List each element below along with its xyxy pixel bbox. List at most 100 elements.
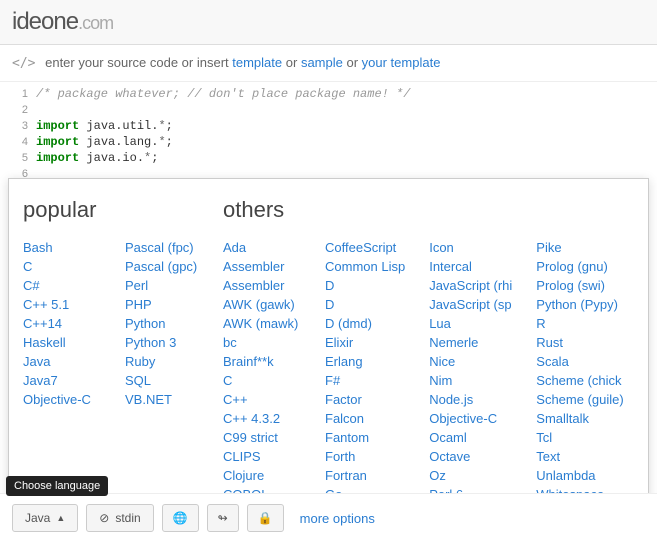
stdin-button[interactable]: ⊘ stdin [86, 504, 153, 532]
language-option[interactable]: Pike [536, 239, 623, 256]
logo[interactable]: ideone.com [12, 8, 113, 35]
link-button[interactable]: ↬ [207, 504, 239, 532]
language-option[interactable]: Objective-C [23, 391, 101, 408]
language-option[interactable]: SQL [125, 372, 203, 389]
language-option[interactable]: Nemerle [429, 334, 512, 351]
language-option[interactable]: Octave [429, 448, 512, 465]
language-option[interactable]: Elixir [325, 334, 405, 351]
language-option[interactable]: VB.NET [125, 391, 203, 408]
language-option[interactable]: AWK (mawk) [223, 315, 301, 332]
language-option[interactable]: Python (Pypy) [536, 296, 623, 313]
language-option[interactable]: PHP [125, 296, 203, 313]
language-button[interactable]: Java ▲ [12, 504, 78, 532]
language-option[interactable]: Prolog (gnu) [536, 258, 623, 275]
language-option[interactable]: Icon [429, 239, 512, 256]
language-option[interactable]: C++14 [23, 315, 101, 332]
language-option[interactable]: C99 strict [223, 429, 301, 446]
language-option[interactable]: CoffeeScript [325, 239, 405, 256]
globe-button[interactable]: 🌐 [162, 504, 199, 532]
language-option[interactable]: Oz [429, 467, 512, 484]
language-option[interactable]: C# [23, 277, 101, 294]
language-option[interactable]: Prolog (swi) [536, 277, 623, 294]
code-text[interactable] [36, 102, 657, 118]
language-option[interactable]: Nice [429, 353, 512, 370]
language-option[interactable]: Falcon [325, 410, 405, 427]
language-option[interactable]: Fortran [325, 467, 405, 484]
code-text[interactable]: import java.io.*; [36, 150, 657, 166]
language-column: Ada Assembler Assembler AWK (gawk) AWK (mawk… [223, 239, 301, 522]
language-option[interactable]: Smalltalk [536, 410, 623, 427]
language-option[interactable]: Lua [429, 315, 512, 332]
language-option[interactable]: Fantom [325, 429, 405, 446]
language-option[interactable]: D (dmd) [325, 315, 405, 332]
language-option[interactable]: Clojure [223, 467, 301, 484]
language-option[interactable]: Tcl [536, 429, 623, 446]
language-option[interactable]: AWK (gawk) [223, 296, 301, 313]
language-option[interactable]: Assembler [223, 277, 301, 294]
language-option[interactable]: CLIPS [223, 448, 301, 465]
language-option[interactable]: C++ 5.1 [23, 296, 101, 313]
language-option[interactable]: Python [125, 315, 203, 332]
language-option[interactable]: C++ [223, 391, 301, 408]
your-template-link[interactable]: your template [362, 55, 441, 70]
choose-language-tooltip: Choose language [6, 476, 108, 496]
language-option[interactable]: Forth [325, 448, 405, 465]
sample-link[interactable]: sample [301, 55, 343, 70]
language-option[interactable]: Pascal (fpc) [125, 239, 203, 256]
language-option[interactable]: Rust [536, 334, 623, 351]
language-option[interactable]: Assembler [223, 258, 301, 275]
code-text[interactable]: import java.util.*; [36, 118, 657, 134]
code-line[interactable]: 2 [0, 102, 657, 118]
language-option[interactable]: Nim [429, 372, 512, 389]
language-option[interactable]: Ruby [125, 353, 203, 370]
others-columns: Ada Assembler Assembler AWK (gawk) AWK (mawk… [223, 239, 634, 522]
language-option[interactable]: Ada [223, 239, 301, 256]
language-option[interactable]: Intercal [429, 258, 512, 275]
language-option[interactable]: Bash [23, 239, 101, 256]
language-option[interactable]: Pascal (gpc) [125, 258, 203, 275]
language-option[interactable]: Java7 [23, 372, 101, 389]
lock-icon: 🔒 [258, 511, 273, 525]
language-option[interactable]: Node.js [429, 391, 512, 408]
language-option[interactable]: JavaScript (sp [429, 296, 512, 313]
language-option[interactable]: Factor [325, 391, 405, 408]
bottom-toolbar: Java ▲ ⊘ stdin 🌐 ↬ 🔒 more options [0, 493, 657, 542]
language-option[interactable]: R [536, 315, 623, 332]
language-option[interactable]: Python 3 [125, 334, 203, 351]
language-option[interactable]: Common Lisp [325, 258, 405, 275]
language-option[interactable]: Erlang [325, 353, 405, 370]
popular-columns: Bash C C# C++ 5.1 C++14 Haskell Java Java7 Objec… [23, 239, 203, 408]
language-option[interactable]: C++ 4.3.2 [223, 410, 301, 427]
language-option[interactable]: Perl [125, 277, 203, 294]
code-line[interactable]: 1/* package whatever; // don't place pac… [0, 86, 657, 102]
disk-icon: ⊘ [99, 511, 109, 525]
code-line[interactable]: 4import java.lang.*; [0, 134, 657, 150]
language-option[interactable]: Java [23, 353, 101, 370]
language-option[interactable]: D [325, 277, 405, 294]
code-line[interactable]: 5import java.io.*; [0, 150, 657, 166]
language-option[interactable]: Unlambda [536, 467, 623, 484]
code-text[interactable]: import java.lang.*; [36, 134, 657, 150]
language-option[interactable]: bc [223, 334, 301, 351]
subheader-text-prefix: enter your source code or insert [45, 55, 232, 70]
language-option[interactable]: F# [325, 372, 405, 389]
code-line[interactable]: 3import java.util.*; [0, 118, 657, 134]
language-option[interactable]: JavaScript (rhi [429, 277, 512, 294]
language-option[interactable]: C [223, 372, 301, 389]
language-option[interactable]: Scala [536, 353, 623, 370]
template-link[interactable]: template [232, 55, 282, 70]
language-option[interactable]: Haskell [23, 334, 101, 351]
language-option[interactable]: Ocaml [429, 429, 512, 446]
language-option[interactable]: D [325, 296, 405, 313]
more-options-link[interactable]: more options [300, 511, 375, 526]
language-option[interactable]: Scheme (chick [536, 372, 623, 389]
code-text[interactable]: /* package whatever; // don't place pack… [36, 86, 657, 102]
line-number: 2 [0, 102, 36, 118]
language-option[interactable]: Objective-C [429, 410, 512, 427]
language-option[interactable]: C [23, 258, 101, 275]
code-icon: </> [12, 56, 35, 71]
language-option[interactable]: Text [536, 448, 623, 465]
lock-button[interactable]: 🔒 [247, 504, 284, 532]
language-option[interactable]: Brainf**k [223, 353, 301, 370]
language-option[interactable]: Scheme (guile) [536, 391, 623, 408]
